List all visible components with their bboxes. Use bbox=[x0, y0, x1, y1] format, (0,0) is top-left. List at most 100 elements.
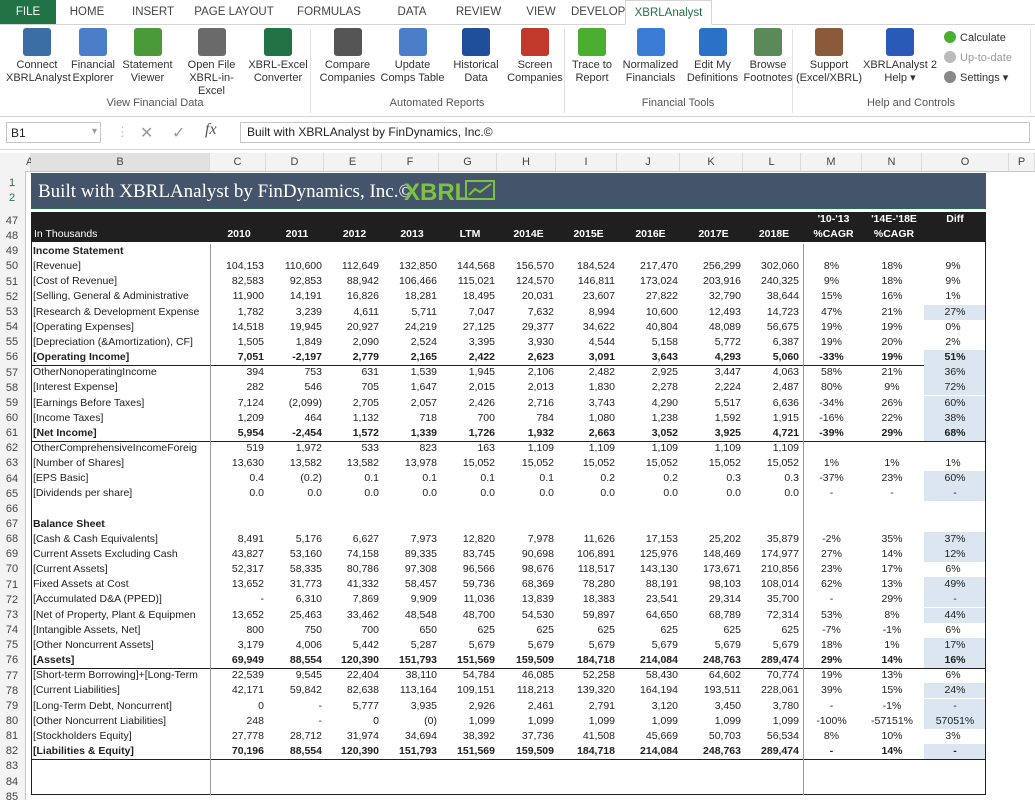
row-header[interactable]: 69 bbox=[0, 548, 24, 560]
cell[interactable]: 31,773 bbox=[268, 577, 322, 592]
cell[interactable]: 15,052 bbox=[619, 456, 678, 471]
cell[interactable]: 56,534 bbox=[745, 729, 799, 744]
cell[interactable]: 1,592 bbox=[682, 411, 741, 426]
cell[interactable]: 173,671 bbox=[682, 562, 741, 577]
cell[interactable]: 40,804 bbox=[619, 320, 678, 335]
column-header-l[interactable]: L bbox=[743, 153, 801, 171]
row-header[interactable]: 78 bbox=[0, 685, 24, 697]
cell[interactable]: 29,314 bbox=[682, 592, 741, 607]
cell[interactable]: 13,652 bbox=[210, 608, 264, 623]
cell[interactable]: 27% bbox=[924, 304, 986, 320]
row-header[interactable]: 50 bbox=[0, 260, 24, 272]
row-label[interactable]: Current Assets Excluding Cash bbox=[33, 547, 207, 562]
cell[interactable]: 17,153 bbox=[619, 532, 678, 547]
cell[interactable]: 118,517 bbox=[558, 562, 615, 577]
cell[interactable]: 289,474 bbox=[745, 653, 799, 668]
cell[interactable]: 3,743 bbox=[558, 396, 615, 411]
row-header[interactable]: 81 bbox=[0, 730, 24, 742]
cell[interactable]: 27,822 bbox=[619, 289, 678, 304]
cell[interactable]: 0.1 bbox=[441, 471, 495, 486]
cell[interactable]: 700 bbox=[326, 623, 379, 638]
name-box[interactable]: B1 bbox=[6, 122, 101, 143]
row-label[interactable]: [Current Liabilities] bbox=[33, 683, 207, 698]
row-header[interactable]: 60 bbox=[0, 412, 24, 424]
cell[interactable]: 64,650 bbox=[619, 608, 678, 623]
cell[interactable]: 159,509 bbox=[499, 653, 554, 668]
row-label[interactable]: Fixed Assets at Cost bbox=[33, 577, 207, 592]
cell[interactable]: 1,849 bbox=[268, 335, 322, 350]
cell[interactable]: 108,014 bbox=[745, 577, 799, 592]
row-label[interactable]: [Number of Shares] bbox=[33, 456, 207, 471]
cancel-icon[interactable]: ✕ bbox=[140, 123, 153, 143]
calculate-button[interactable]: Calculate bbox=[944, 29, 1006, 47]
cell[interactable]: 80,786 bbox=[326, 562, 379, 577]
tab-developer[interactable]: DEVELOPER bbox=[571, 0, 641, 24]
cell[interactable]: 72% bbox=[924, 380, 986, 396]
cell[interactable]: 0 bbox=[210, 699, 264, 714]
cell[interactable]: 705 bbox=[326, 380, 379, 395]
cell[interactable]: 144,568 bbox=[441, 259, 495, 274]
cell[interactable]: 1,109 bbox=[619, 441, 678, 456]
cell[interactable]: 27,778 bbox=[210, 729, 264, 744]
cell[interactable]: 546 bbox=[268, 380, 322, 395]
cell[interactable]: -39% bbox=[803, 426, 860, 441]
cell[interactable]: 1% bbox=[864, 456, 920, 471]
cell[interactable]: 1,109 bbox=[745, 441, 799, 456]
cell[interactable]: 240,325 bbox=[745, 274, 799, 289]
cell[interactable]: 6% bbox=[924, 668, 982, 683]
cell[interactable]: 700 bbox=[441, 411, 495, 426]
tab-page-layout[interactable]: PAGE LAYOUT bbox=[188, 0, 280, 24]
cell[interactable]: 52,317 bbox=[210, 562, 264, 577]
cell[interactable]: 6% bbox=[924, 562, 982, 577]
cell[interactable]: 42,171 bbox=[210, 683, 264, 698]
cell[interactable]: 29% bbox=[864, 592, 920, 607]
cell[interactable]: 625 bbox=[745, 623, 799, 638]
cell[interactable]: 58,457 bbox=[383, 577, 437, 592]
cell[interactable]: 1,132 bbox=[326, 411, 379, 426]
cell[interactable]: 24% bbox=[924, 683, 986, 699]
cell[interactable]: 143,130 bbox=[619, 562, 678, 577]
cell[interactable]: 3,643 bbox=[619, 350, 678, 365]
cell[interactable]: 8% bbox=[803, 259, 860, 274]
cell[interactable]: 38,110 bbox=[383, 668, 437, 683]
formula-input[interactable]: Built with XBRLAnalyst by FinDynamics, I… bbox=[240, 122, 1030, 143]
cell[interactable]: 0.0 bbox=[383, 486, 437, 501]
ribbon-button-financial-explorer[interactable]: Financial Explorer bbox=[68, 27, 118, 95]
cell[interactable]: -33% bbox=[803, 350, 860, 365]
cell[interactable]: 4,293 bbox=[682, 350, 741, 365]
cell[interactable]: 64,602 bbox=[682, 668, 741, 683]
cell[interactable]: 2,013 bbox=[499, 380, 554, 395]
cell[interactable]: (0.2) bbox=[268, 471, 322, 486]
cell[interactable]: 3,091 bbox=[558, 350, 615, 365]
cell[interactable]: 106,891 bbox=[558, 547, 615, 562]
cell[interactable]: 184,718 bbox=[558, 653, 615, 668]
cell[interactable]: 110,600 bbox=[268, 259, 322, 274]
cell[interactable]: 0.2 bbox=[619, 471, 678, 486]
cell[interactable]: 48,700 bbox=[441, 608, 495, 623]
column-header-f[interactable]: F bbox=[382, 153, 439, 171]
cell[interactable]: 62% bbox=[803, 577, 860, 592]
cell[interactable]: 11,900 bbox=[210, 289, 264, 304]
cell[interactable]: 9,909 bbox=[383, 592, 437, 607]
cell[interactable]: 5,158 bbox=[619, 335, 678, 350]
cell[interactable]: 19% bbox=[803, 320, 860, 335]
cell[interactable]: 59,842 bbox=[268, 683, 322, 698]
cell[interactable]: 57051% bbox=[924, 713, 986, 729]
cell[interactable]: 9,545 bbox=[268, 668, 322, 683]
cell[interactable]: 625 bbox=[558, 623, 615, 638]
column-header-c[interactable]: C bbox=[210, 153, 266, 171]
cell[interactable]: 19,945 bbox=[268, 320, 322, 335]
row-label[interactable]: [Dividends per share] bbox=[33, 486, 207, 501]
cell[interactable]: 6,627 bbox=[326, 532, 379, 547]
row-label[interactable]: [Depreciation (&Amortization), CF] bbox=[33, 335, 207, 350]
cell[interactable]: 106,466 bbox=[383, 274, 437, 289]
cell[interactable]: 89,335 bbox=[383, 547, 437, 562]
tab-view[interactable]: VIEW bbox=[511, 0, 571, 24]
cell[interactable]: 2,482 bbox=[558, 365, 615, 380]
cell[interactable]: 109,151 bbox=[441, 683, 495, 698]
insert-function-icon[interactable]: fx bbox=[205, 121, 217, 139]
cell[interactable]: 228,061 bbox=[745, 683, 799, 698]
cell[interactable]: 22,404 bbox=[326, 668, 379, 683]
cell[interactable]: 60% bbox=[924, 471, 986, 487]
cell[interactable] bbox=[803, 441, 860, 456]
